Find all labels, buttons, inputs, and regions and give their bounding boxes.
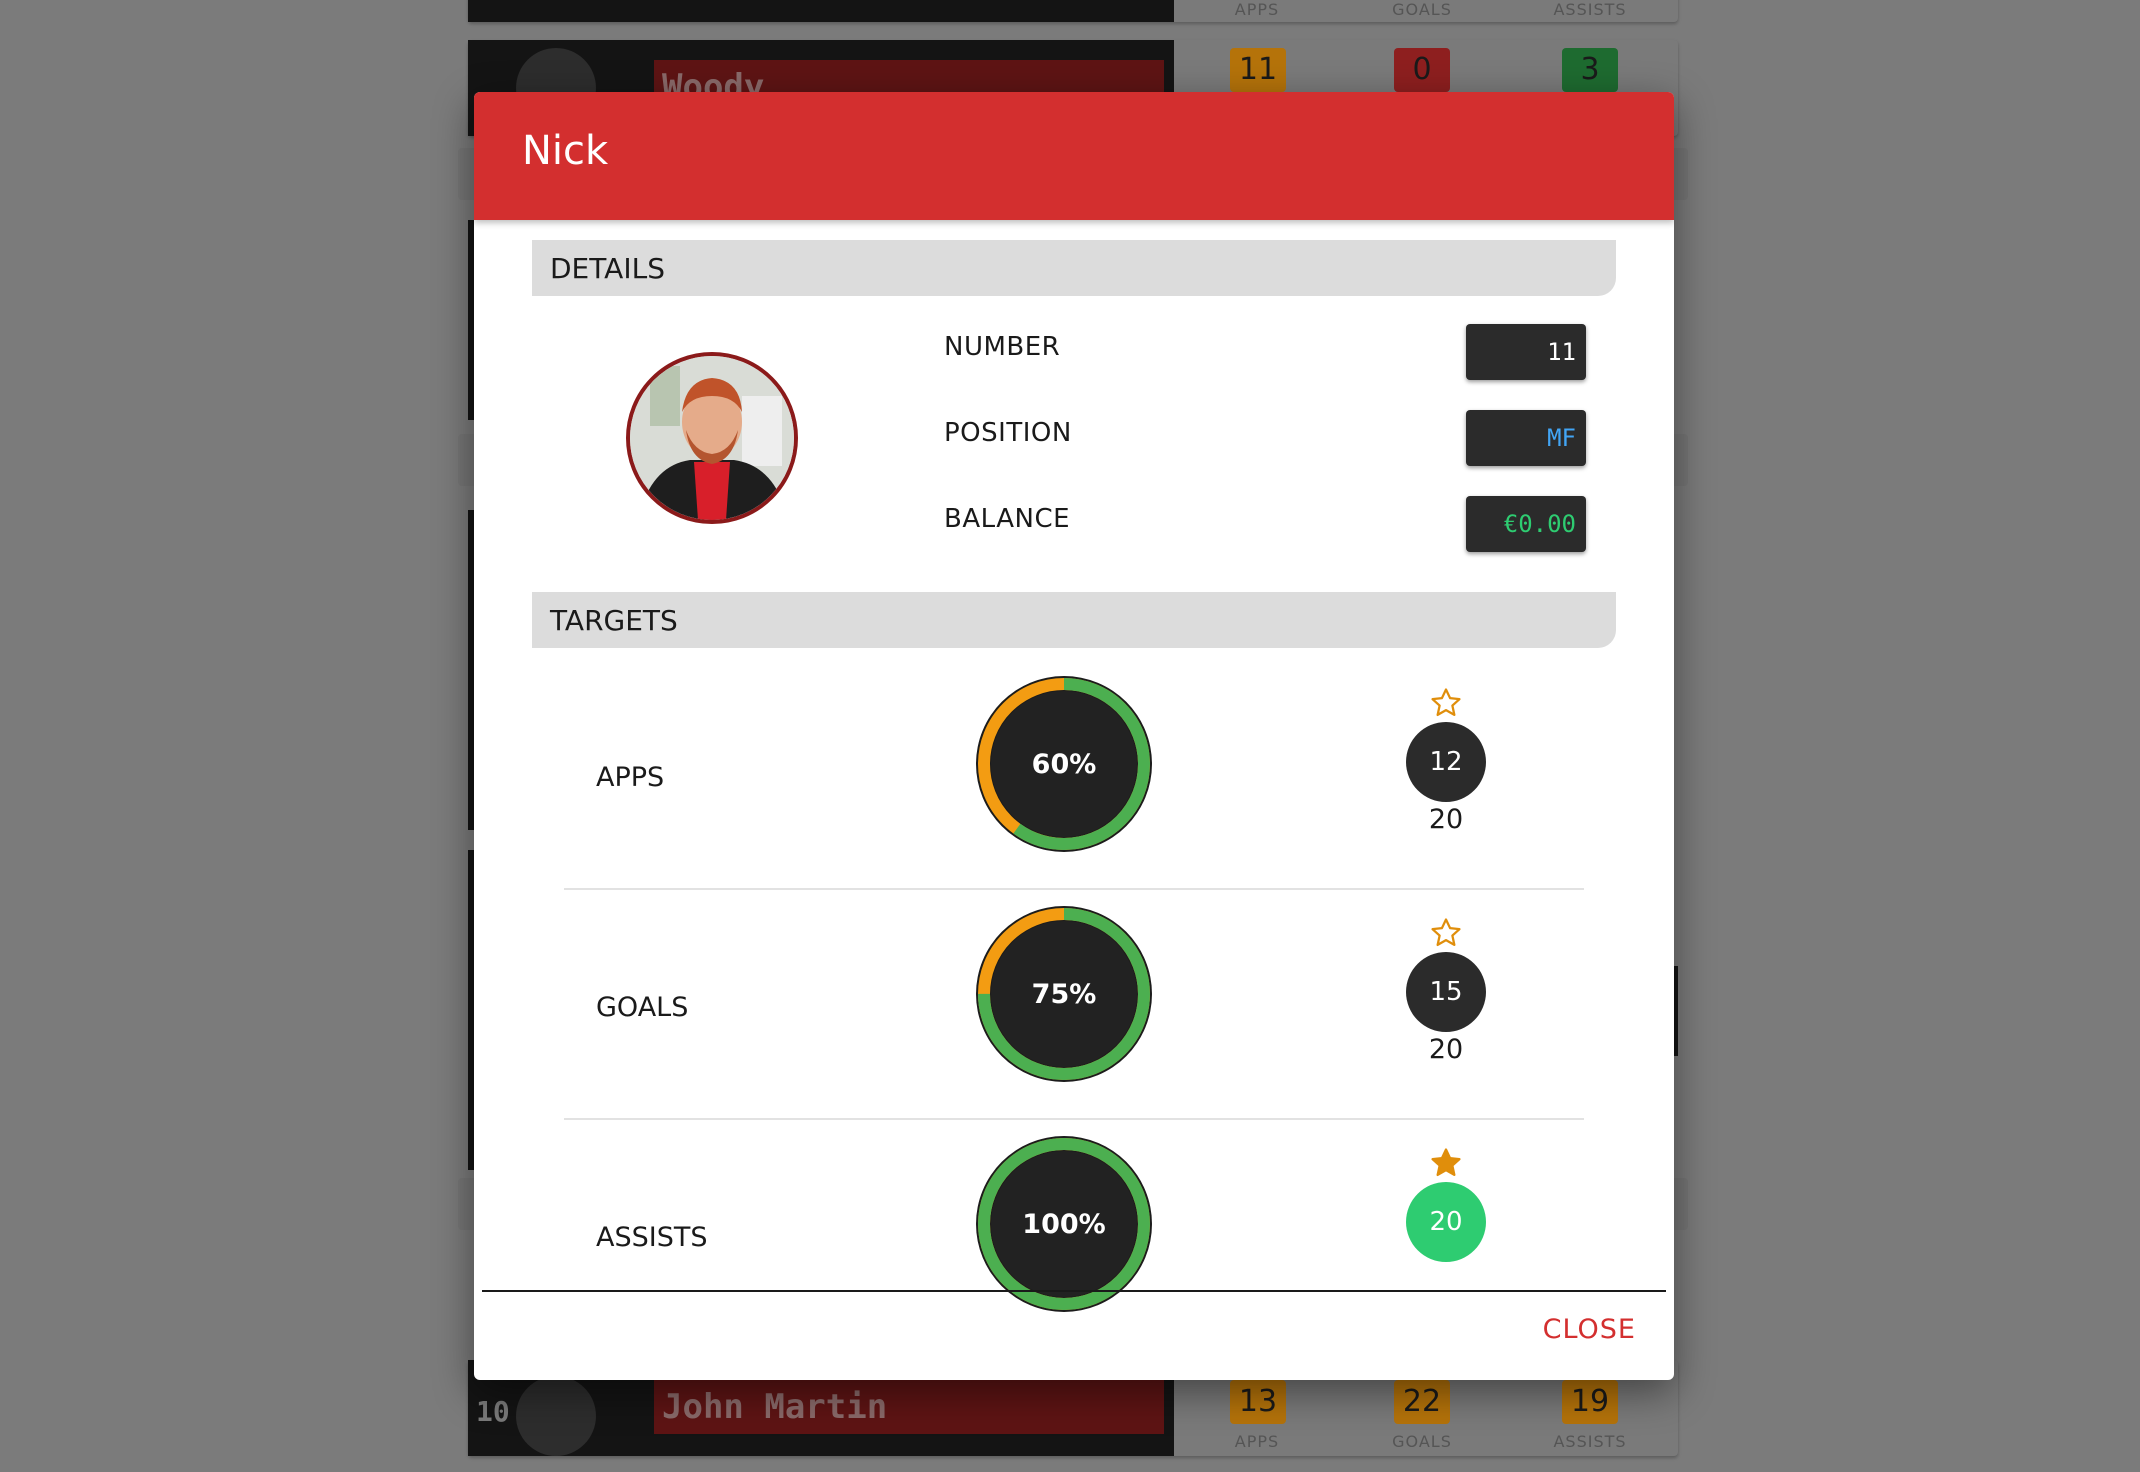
targets-heading: TARGETS xyxy=(550,604,678,637)
bg-label-goals: GOALS xyxy=(1392,0,1452,19)
row-divider xyxy=(564,1118,1584,1120)
star-outline-icon xyxy=(1431,688,1461,717)
targets-list[interactable]: APPS 60% 12 20 GOALS 75% 15 20 ASSISTS 1… xyxy=(474,672,1674,1368)
target-row-goals: GOALS 75% 15 20 xyxy=(474,902,1674,1132)
position-label: POSITION xyxy=(944,418,1072,448)
bg-stat-goals: 0 xyxy=(1394,48,1450,92)
target-label: ASSISTS xyxy=(596,1222,708,1253)
modal-title: Nick xyxy=(522,128,609,174)
target-row-apps: APPS 60% 12 20 xyxy=(474,672,1674,902)
player-photo-icon xyxy=(630,356,794,520)
target-total: 20 xyxy=(1428,1034,1464,1065)
number-value: 11 xyxy=(1466,324,1586,380)
balance-value: €0.00 xyxy=(1466,496,1586,552)
bg-player-name: John Martin xyxy=(654,1380,1164,1434)
current-count-bubble: 12 xyxy=(1406,722,1486,802)
footer-divider xyxy=(482,1290,1666,1292)
progress-ring: 60% xyxy=(976,676,1152,852)
progress-percent: 75% xyxy=(1032,979,1097,1010)
progress-percent: 100% xyxy=(1022,1209,1105,1240)
bg-top-card: APPS GOALS ASSISTS xyxy=(468,0,1678,22)
bg-photo-strip xyxy=(468,0,1174,22)
balance-label: BALANCE xyxy=(944,504,1071,534)
details-section-bar: DETAILS xyxy=(532,240,1616,296)
progress-percent: 60% xyxy=(1032,749,1097,780)
bg-label-assists: ASSISTS xyxy=(1553,1432,1627,1451)
bg-stat-assists: 3 xyxy=(1562,48,1618,92)
bg-label-apps: APPS xyxy=(1234,1432,1280,1451)
details-heading: DETAILS xyxy=(550,252,665,285)
row-divider xyxy=(564,888,1584,890)
target-label: GOALS xyxy=(596,992,689,1023)
bg-stat-apps: 13 xyxy=(1230,1380,1286,1424)
bg-rank: 10 xyxy=(476,1395,510,1428)
bg-stat-assists: 19 xyxy=(1562,1380,1618,1424)
target-total: 20 xyxy=(1428,804,1464,835)
bg-avatar xyxy=(516,1376,596,1456)
targets-section-bar: TARGETS xyxy=(532,592,1616,648)
bg-label-assists: ASSISTS xyxy=(1553,0,1627,19)
bg-stat-apps: 11 xyxy=(1230,48,1286,92)
current-count-bubble: 20 xyxy=(1406,1182,1486,1262)
position-value: MF xyxy=(1466,410,1586,466)
star-filled-icon xyxy=(1431,1148,1461,1177)
bg-label-apps: APPS xyxy=(1234,0,1280,19)
progress-ring: 75% xyxy=(976,906,1152,1082)
target-label: APPS xyxy=(596,762,665,793)
star-outline-icon xyxy=(1431,918,1461,947)
bg-label-goals: GOALS xyxy=(1392,1432,1452,1451)
player-modal: Nick DETAILS NUMBER 11 POSITION MF BALAN… xyxy=(474,92,1674,1380)
modal-header: Nick xyxy=(474,92,1674,220)
target-row-assists: ASSISTS 100% 20 20 xyxy=(474,1132,1674,1362)
player-avatar xyxy=(626,352,798,524)
number-label: NUMBER xyxy=(944,332,1061,362)
bg-stat-goals: 22 xyxy=(1394,1380,1450,1424)
close-button[interactable]: CLOSE xyxy=(1539,1308,1640,1351)
progress-ring: 100% xyxy=(976,1136,1152,1312)
current-count-bubble: 15 xyxy=(1406,952,1486,1032)
